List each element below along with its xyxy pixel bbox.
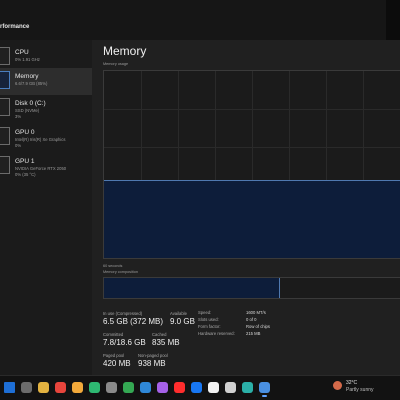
title-bar: rformance [0, 0, 400, 40]
sidebar-item-percent: 0% [15, 143, 22, 148]
sidebar-item-detail: SSD (NVMe) [15, 108, 40, 113]
paged-pool-label: Paged pool [103, 353, 125, 358]
chrome-icon[interactable] [55, 382, 66, 393]
form-factor-value: Row of chips [246, 324, 270, 329]
gpu1-thumbnail-graph [0, 156, 10, 174]
facebook-icon[interactable] [191, 382, 202, 393]
search-icon[interactable] [21, 382, 32, 393]
speed-value: 1600 MT/s [246, 310, 266, 315]
hardware-reserved-value: 215 MB [246, 331, 261, 336]
vscode-icon[interactable] [140, 382, 151, 393]
memory-usage-fill [104, 180, 400, 258]
section-title: rformance [0, 24, 30, 30]
paged-pool-value: 420 MB [103, 359, 131, 368]
cached-value: 835 MB [152, 338, 180, 347]
chrome-icon-2[interactable] [123, 382, 134, 393]
hardware-reserved-label: Hardware reserved: [198, 331, 235, 336]
form-factor-label: Form factor: [198, 324, 221, 329]
slots-used-value: 0 of 0 [246, 317, 257, 322]
weather-temperature: 32°C [346, 380, 358, 386]
edge-icon[interactable] [242, 382, 253, 393]
nonpaged-pool-label: Non-paged pool [138, 353, 168, 358]
sidebar-item-percent: 0% (35 °C) [15, 172, 36, 177]
composition-label: Memory composition [103, 270, 139, 274]
weather-icon[interactable] [333, 381, 342, 390]
sidebar-item-disk[interactable]: Disk 0 (C:) SSD (NVMe) 3% [0, 95, 92, 122]
graph-duration-label: 60 seconds [103, 264, 123, 268]
settings-icon[interactable] [106, 382, 117, 393]
sidebar-item-label: GPU 0 [15, 129, 35, 136]
sidebar-item-detail: NVIDIA GeForce RTX 2050 [15, 166, 67, 171]
file-explorer-icon[interactable] [38, 382, 49, 393]
sidebar-item-detail: 0% 1.91 GHz [15, 57, 40, 62]
start-icon[interactable] [4, 382, 15, 393]
app-icon-2[interactable] [89, 382, 100, 393]
window-edge [386, 0, 400, 40]
sidebar-item-memory[interactable]: Memory 6.6/7.9 GB (85%) [0, 68, 92, 95]
gpu0-thumbnail-graph [0, 127, 10, 145]
sidebar-item-percent: 3% [15, 114, 22, 119]
chatgpt-icon[interactable] [225, 382, 236, 393]
cached-label: Cached [152, 332, 167, 337]
sidebar-item-cpu[interactable]: CPU 0% 1.91 GHz [0, 44, 92, 71]
youtube-icon[interactable] [174, 382, 185, 393]
in-use-value: 6.5 GB (372 MB) [103, 317, 164, 326]
speed-label: Speed: [198, 310, 212, 315]
memory-usage-graph [103, 70, 400, 259]
memory-thumbnail-graph [0, 71, 10, 89]
committed-value: 7.8/18.6 GB [103, 338, 146, 347]
usage-graph-label: Memory usage [103, 62, 129, 66]
messenger-icon[interactable] [157, 382, 168, 393]
sidebar-item-detail: Intel(R) Iris(R) Xe Graphics [15, 137, 66, 142]
slots-used-label: Slots used: [198, 317, 219, 322]
task-manager-icon[interactable] [259, 382, 270, 397]
nonpaged-pool-value: 938 MB [138, 359, 166, 368]
sidebar-item-gpu0[interactable]: GPU 0 Intel(R) Iris(R) Xe Graphics 0% [0, 124, 92, 151]
sidebar-item-label: Memory [15, 73, 39, 80]
disk-thumbnail-graph [0, 98, 10, 116]
available-value: 9.0 GB [170, 317, 195, 326]
sidebar-item-label: Disk 0 (C:) [15, 100, 46, 107]
tiktok-icon[interactable] [208, 382, 219, 393]
page-title: Memory [103, 44, 147, 58]
sidebar-item-detail: 6.6/7.9 GB (85%) [15, 81, 48, 86]
weather-description: Partly sunny [346, 387, 374, 393]
memory-composition-inuse [104, 278, 280, 298]
sidebar-item-gpu1[interactable]: GPU 1 NVIDIA GeForce RTX 2050 0% (35 °C) [0, 153, 92, 180]
committed-label: Committed [103, 332, 124, 337]
app-icon-1[interactable] [72, 382, 83, 393]
cpu-thumbnail-graph [0, 47, 10, 65]
in-use-label: In use (Compressed) [103, 311, 143, 316]
sidebar-item-label: GPU 1 [15, 158, 35, 165]
available-label: Available [170, 311, 187, 316]
sidebar: CPU 0% 1.91 GHz Memory 6.6/7.9 GB (85%) … [0, 40, 92, 375]
sidebar-item-label: CPU [15, 49, 29, 56]
memory-composition-bar [103, 277, 400, 299]
